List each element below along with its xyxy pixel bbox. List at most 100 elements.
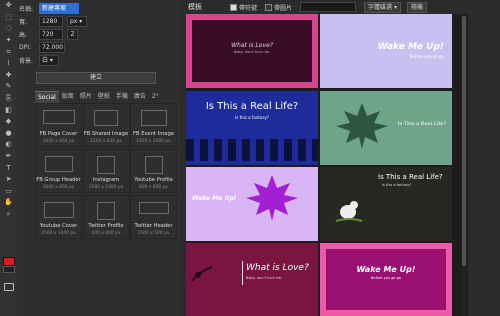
template-card[interactable]: Is This a Real Life? Is this a fantasy?	[186, 91, 318, 165]
preset-name: Twitter Profile	[88, 223, 124, 229]
height-input[interactable]: 720	[39, 29, 63, 40]
template-title: What is Love?	[231, 42, 273, 49]
width-input[interactable]: 1280	[39, 16, 63, 27]
template-subtitle: Before you go go	[409, 54, 444, 59]
fill-icon[interactable]: ◆	[0, 116, 17, 128]
tab-3[interactable]: 壁紙	[95, 91, 113, 102]
preset-tile[interactable]: Twitter Header 1500 x 500 px	[130, 195, 177, 239]
preset-tile[interactable]: FB Group Header 1640 x 856 px	[35, 149, 82, 193]
brush-icon[interactable]: ✎	[0, 81, 17, 93]
background-select[interactable]: 白 ▾	[39, 55, 59, 66]
template-card[interactable]: What is Love? Baby, don't hurt me.	[186, 243, 318, 316]
template-search-input[interactable]	[300, 2, 357, 12]
height-row: 高: 720 Z	[19, 29, 78, 40]
tab-6[interactable]: 2°	[149, 91, 162, 102]
template-title: Wake Me Up!	[356, 265, 416, 274]
text-icon[interactable]: T	[0, 162, 17, 174]
tab-0[interactable]: Social	[35, 91, 59, 103]
dodge-icon[interactable]: ◐	[0, 139, 17, 151]
template-subtitle: Is this a fantasy?	[382, 183, 412, 187]
template-title: Is This a Real Life?	[205, 101, 299, 112]
background-label: 背景:	[19, 58, 34, 65]
template-card[interactable]: Wake Me Up! Before you go go	[320, 14, 452, 88]
preset-frame-icon	[42, 110, 75, 124]
preset-name: FB Shared Image	[83, 131, 129, 137]
preset-name: Youtube Cover	[39, 223, 78, 229]
height-label: 高:	[19, 32, 28, 39]
tab-4[interactable]: 手機	[113, 91, 131, 102]
preset-frame-icon	[97, 202, 115, 220]
tab-5[interactable]: 廣告	[131, 91, 149, 102]
with-images-checkbox[interactable]: 帶圖片	[265, 3, 292, 12]
shape-icon[interactable]: ▭	[0, 186, 17, 198]
unit-select[interactable]: px ▾	[67, 16, 87, 27]
foreground-color-swatch[interactable]	[3, 257, 15, 266]
preset-tile[interactable]: FB Shared Image 1200 x 630 px	[82, 103, 130, 147]
preset-tile[interactable]: Youtube Cover 2560 x 1440 px	[35, 195, 82, 239]
dpi-row: DPI: 72.000	[19, 42, 65, 53]
dpi-input[interactable]: 72.000	[39, 42, 65, 53]
path-select-icon[interactable]: ➤	[0, 174, 17, 186]
move-icon[interactable]: ✥	[0, 0, 17, 12]
pen-icon[interactable]: ✒	[0, 151, 17, 163]
marquee-icon[interactable]: ⬚	[0, 12, 17, 24]
clone-icon[interactable]: ⎘	[0, 93, 17, 105]
template-title: Is This a Real Life?	[378, 173, 443, 181]
eraser-icon[interactable]: ◧	[0, 104, 17, 116]
preset-tabs: Social 版面 照片 壁紙 手機 廣告 2°	[35, 91, 162, 103]
preset-tile[interactable]: FB Event Image 1920 x 1080 px	[130, 103, 177, 147]
preset-tile[interactable]: Instagram 1080 x 1080 px	[82, 149, 130, 193]
tab-2[interactable]: 照片	[77, 91, 95, 102]
wand-icon[interactable]: ✦	[0, 35, 17, 47]
blur-icon[interactable]: ●	[0, 128, 17, 140]
template-subtitle: Baby, don't hurt me.	[233, 50, 271, 54]
preset-tile[interactable]: Twitter Profile 400 x 400 px	[82, 195, 130, 239]
preset-frame-icon	[44, 156, 73, 172]
preset-tile[interactable]: Youtube Profile 800 x 800 px	[130, 149, 177, 193]
template-card[interactable]: Is This a Real Life? Is this a fantasy?	[320, 167, 452, 241]
template-title: What is Love?	[246, 263, 309, 273]
preset-frame-icon	[140, 110, 167, 126]
name-input[interactable]: 新建專案	[39, 3, 79, 14]
preset-tile[interactable]: FB Page Cover 1640 x 664 px	[35, 103, 82, 147]
zoom-icon[interactable]: ⌕	[0, 209, 17, 221]
preset-name: Instagram	[92, 177, 120, 183]
template-card[interactable]: Wake Me Up! Before you go go	[320, 243, 452, 316]
preset-name: FB Event Image	[133, 131, 174, 137]
preset-name: FB Page Cover	[39, 131, 78, 137]
templates-title: 模板	[188, 3, 202, 11]
eyedropper-icon[interactable]: ⌇	[0, 58, 17, 70]
lasso-icon[interactable]: ◌	[0, 23, 17, 35]
preset-size: 1200 x 630 px	[90, 139, 122, 144]
gallery-scrollbar-thumb[interactable]	[462, 16, 466, 266]
template-title: Wake Me Up!	[377, 42, 444, 52]
with-symbols-checkbox[interactable]: 帶符號	[230, 3, 257, 12]
preset-frame-icon	[138, 202, 169, 214]
template-card[interactable]: Is This a Real Life?	[320, 91, 452, 165]
background-color-swatch[interactable]	[3, 266, 15, 273]
preset-size: 1920 x 1080 px	[136, 139, 171, 144]
preset-frame-icon	[144, 156, 163, 174]
template-card[interactable]: Wake Me Up!	[186, 167, 318, 241]
font-filter-dropdown[interactable]: 字體媒選 ▾	[364, 1, 401, 13]
template-subtitle: Baby, don't hurt me.	[246, 276, 283, 280]
lock-ratio-button[interactable]: Z	[67, 29, 78, 40]
tab-1[interactable]: 版面	[59, 91, 77, 102]
hand-icon[interactable]: ✋	[0, 197, 17, 209]
heal-icon[interactable]: ✚	[0, 70, 17, 82]
preset-grid: FB Page Cover 1640 x 664 px FB Shared Imag…	[35, 103, 177, 243]
preset-size: 2560 x 1440 px	[41, 231, 76, 236]
crop-icon[interactable]: ⌗	[0, 46, 17, 58]
template-card[interactable]: What is Love? Baby, don't hurt me.	[186, 14, 318, 88]
preset-size: 1080 x 1080 px	[88, 185, 124, 190]
preset-frame-icon	[94, 110, 118, 126]
gallery-scrollbar[interactable]	[461, 14, 467, 316]
preset-size: 1640 x 856 px	[42, 185, 75, 190]
preset-name: Twitter Header	[134, 223, 173, 229]
width-row: 寬: 1280 px ▾	[19, 16, 87, 27]
quick-mask-icon[interactable]	[4, 283, 14, 291]
create-button[interactable]: 建立	[36, 72, 156, 84]
preset-name: FB Group Header	[36, 177, 81, 183]
random-button[interactable]: 隨機	[406, 1, 427, 13]
name-label: 名稱:	[19, 6, 34, 13]
